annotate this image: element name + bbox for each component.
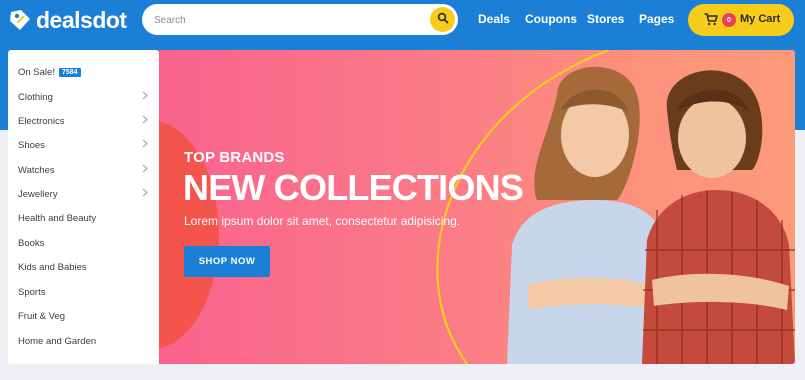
nav-coupons[interactable]: Coupons	[525, 12, 577, 26]
sidebar-item-clothing[interactable]: Clothing	[18, 88, 148, 106]
sidebar-item-watches[interactable]: Watches	[18, 161, 148, 179]
banner-subline: Lorem ipsum dolor sit amet, consectetur …	[184, 214, 461, 228]
sidebar-item-label: Kids and Babies	[18, 261, 87, 273]
shop-now-button[interactable]: SHOP NOW	[184, 246, 270, 277]
sidebar-item-label: Jewellery	[18, 188, 58, 200]
sale-count-badge: 7584	[58, 67, 81, 77]
sidebar-item-label: Clothing	[18, 91, 53, 103]
sidebar-item-books[interactable]: Books	[18, 234, 148, 252]
sidebar-item-label: Electronics	[18, 115, 65, 127]
sidebar-item-kids-and-babies[interactable]: Kids and Babies	[18, 258, 148, 276]
cart-count-badge: 0	[722, 13, 736, 27]
search-input[interactable]	[154, 11, 414, 29]
sidebar-item-electronics[interactable]: Electronics	[18, 112, 148, 130]
cart-button[interactable]: 0 My Cart	[688, 4, 794, 36]
chevron-right-icon	[142, 188, 148, 200]
banner-headline: NEW COLLECTIONS	[183, 167, 524, 208]
hero-banner: TOP BRANDS NEW COLLECTIONS Lorem ipsum d…	[159, 50, 795, 364]
category-sidebar: On Sale! 7584 Clothing Electronics Shoes…	[8, 50, 159, 364]
sidebar-item-label: Home and Garden	[18, 335, 97, 347]
sidebar-item-label: On Sale!	[18, 66, 55, 78]
banner-kicker: TOP BRANDS	[184, 149, 285, 166]
cart-label: My Cart	[740, 13, 781, 25]
brand-name: dealsdot	[36, 6, 127, 33]
cart-icon	[704, 13, 718, 31]
nav-stores[interactable]: Stores	[587, 12, 624, 26]
sidebar-item-sports[interactable]: Sports	[18, 283, 148, 301]
sidebar-item-label: Fruit & Veg	[18, 310, 65, 322]
sidebar-item-health-and-beauty[interactable]: Health and Beauty	[18, 209, 148, 227]
search-button[interactable]	[430, 7, 455, 32]
kids-photo	[507, 66, 795, 364]
sidebar-item-on-sale[interactable]: On Sale! 7584	[18, 63, 148, 81]
chevron-right-icon	[142, 91, 148, 103]
brand-logo[interactable]: dealsdot	[8, 7, 127, 33]
chevron-right-icon	[142, 164, 148, 176]
sidebar-item-label: Shoes	[18, 139, 45, 151]
nav-deals[interactable]: Deals	[478, 12, 510, 26]
sidebar-item-fruit-and-veg[interactable]: Fruit & Veg	[18, 307, 148, 325]
sidebar-item-home-and-garden[interactable]: Home and Garden	[18, 332, 148, 350]
search-icon	[437, 11, 449, 29]
sidebar-item-shoes[interactable]: Shoes	[18, 136, 148, 154]
sidebar-item-label: Watches	[18, 164, 55, 176]
sidebar-item-label: Books	[18, 237, 45, 249]
chevron-right-icon	[142, 115, 148, 127]
sidebar-item-label: Health and Beauty	[18, 212, 97, 224]
nav-pages[interactable]: Pages	[639, 12, 674, 26]
tag-icon	[8, 8, 32, 32]
sidebar-item-jewellery[interactable]: Jewellery	[18, 185, 148, 203]
sidebar-item-label: Sports	[18, 286, 46, 298]
chevron-right-icon	[142, 139, 148, 151]
search-bar	[142, 4, 458, 35]
